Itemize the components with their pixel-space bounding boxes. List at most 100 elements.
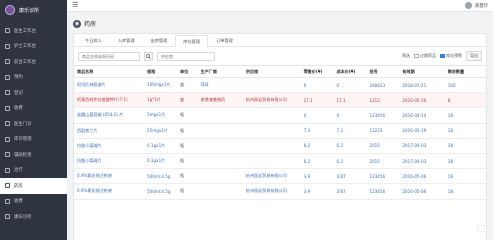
sidebar-item[interactable]: 收费 — [0, 101, 67, 117]
table-cell: 0 — [300, 77, 334, 94]
table-cell: 500ml:4.5g — [144, 183, 177, 200]
sidebar-item[interactable]: 收费 — [0, 194, 67, 210]
table-cell[interactable]: 0.9%氯化钠注射液 — [74, 168, 145, 185]
nav-item-icon — [5, 183, 10, 189]
product-search-input[interactable] — [78, 51, 140, 61]
nav-item-icon — [5, 198, 10, 204]
search-button[interactable] — [144, 51, 153, 61]
column-header[interactable]: 零售价(¥) — [300, 65, 334, 78]
table-cell: 0.1gx1片 — [144, 138, 177, 154]
sidebar-item[interactable]: 库存管理 — [0, 132, 67, 148]
table-cell[interactable]: 拉酰小菜碱片 — [74, 138, 145, 154]
nav-item-icon — [5, 167, 10, 173]
table-body: 阿司匹林肠溶片 100mgx1片盒拜耳 0 0 160623 2018-07-21 100 阿… — [74, 77, 486, 200]
table-cell: 500ml:4.5g — [144, 168, 177, 185]
sidebar: 康乐诊所 医生工作台 护士工作台 前台工作台 预约 登记 收费 医生门诊 库存管理 辅助检查 治疗… — [0, 0, 67, 240]
table-cell — [242, 77, 301, 94]
column-header[interactable]: 剩余数量 — [444, 65, 486, 78]
table-cell: 6.2 — [300, 138, 334, 154]
table-row[interactable]: 0.9%氯化钠注射液 500ml:4.5g 瓶 杭州医岩贸易有限公司 3.9 3.87 12… — [74, 183, 486, 200]
sidebar-item-label: 收费 — [14, 199, 23, 205]
table-cell[interactable]: 西酞普兰片 — [74, 123, 145, 139]
export-button[interactable]: 导出 — [466, 51, 482, 61]
table-row[interactable]: 西酞普兰片 25mgx1片瓶 7.3 7.3 12223 2016-05-19 18 — [74, 123, 486, 139]
table-cell[interactable]: 阿司匹林肠溶片 — [74, 77, 145, 94]
table-cell: 0 — [333, 107, 367, 124]
nav-item-icon — [5, 43, 10, 49]
table-cell: 0 — [333, 77, 367, 94]
checkbox-unchecked — [414, 53, 419, 59]
nav-item-icon — [5, 74, 10, 80]
table-cell[interactable]: 盐酸山莨菪碱 (654-2) 片 — [74, 107, 145, 124]
sidebar-item[interactable]: 护士工作台 — [0, 39, 67, 55]
table-row[interactable]: 盐酸山莨菪碱 (654-2) 片 5mgx1片瓶 0 0 123456 2016-04-1… — [74, 107, 486, 124]
nav-item-icon — [5, 121, 10, 127]
tab[interactable]: 出库管理 — [143, 35, 176, 46]
table-cell: 7.3 — [300, 123, 334, 139]
sidebar-item-label: 前台工作台 — [14, 59, 36, 65]
table-row[interactable]: 拉酰小菜碱片 0.1gx1片瓶 6.2 6.2 2015 2017-04-03 18 — [74, 138, 486, 154]
column-header[interactable]: 规格 — [144, 65, 177, 78]
table-cell: 7.3 — [333, 123, 367, 139]
sidebar-item[interactable]: 前台工作台 — [0, 54, 67, 70]
table-cell: 2017-04-03 — [399, 153, 445, 170]
search-icon — [146, 53, 151, 59]
table-cell: 6.2 — [333, 153, 367, 170]
sidebar-item[interactable]: 医生工作台 — [0, 23, 67, 39]
column-header[interactable]: 供应商 — [242, 65, 301, 78]
sidebar-item[interactable]: 康乐诊所 — [0, 209, 67, 225]
stock-warning-checkbox[interactable]: 库存预警 — [440, 53, 462, 59]
table-cell[interactable]: 0.9%氯化钠注射液 — [74, 183, 145, 200]
nav-item-icon — [5, 105, 10, 111]
table-cell: 2015 — [366, 153, 400, 170]
brand-name: 康乐诊所 — [19, 7, 40, 14]
column-header[interactable]: 批号 — [366, 65, 400, 78]
table-cell: 18 — [444, 183, 486, 200]
sidebar-item-label: 登记 — [14, 90, 23, 96]
table-cell: 2016-04-14 — [399, 107, 445, 124]
table-cell: 瓶 — [176, 138, 198, 154]
table-cell — [242, 153, 301, 170]
menu-toggle-icon[interactable]: ☰ — [72, 2, 78, 9]
table-row[interactable]: 阿司匹林肠溶片 100mgx1片盒拜耳 0 0 160623 2018-07-21 100 — [74, 77, 486, 94]
column-header[interactable]: 成本价(¥) — [333, 65, 367, 78]
tab[interactable]: 今日病人 — [77, 35, 110, 46]
table-cell[interactable]: 拉酰小菜碱片 — [74, 153, 145, 170]
user-menu[interactable]: 黄慧玲 — [464, 2, 488, 9]
pharmacy-icon: ◉ — [73, 19, 81, 28]
table-cell: 18 — [444, 138, 486, 154]
column-header[interactable]: 有效期 — [399, 65, 445, 78]
sidebar-item[interactable]: 预约 — [0, 70, 67, 86]
table-cell: 25mgx1片 — [144, 123, 177, 139]
sidebar-item[interactable]: 治疗 — [0, 163, 67, 179]
table-cell: 3.9 — [300, 168, 334, 185]
table-cell: 瓶 — [176, 183, 198, 200]
tab[interactable]: 订单管理 — [208, 35, 241, 46]
table-cell: 160623 — [366, 77, 400, 94]
inventory-table: 商品名称 规格 单位 生产厂商 供应商 零售价(¥) 成本价(¥) 批号 有效期 剩余数量 阿司匹… — [74, 65, 486, 200]
table-cell: 2017-04-03 — [399, 138, 445, 154]
table-row[interactable]: 阿莫西林克拉维酸钾片(7:1) 1g*1片盒香港澳美制药 杭州医岩贸易有限公司 17.… — [74, 92, 486, 109]
table-cell — [197, 153, 243, 170]
column-header[interactable]: 生产厂商 — [197, 65, 243, 78]
sidebar-item[interactable]: 医生门诊 — [0, 116, 67, 132]
table-cell: 2018-07-21 — [399, 77, 445, 94]
tab-bar: 今日病人 入库管理 出库管理 库存管理 订单管理 — [74, 34, 486, 47]
table-cell[interactable]: 阿莫西林克拉维酸钾片(7:1) — [74, 92, 145, 109]
column-header[interactable]: 单位 — [176, 65, 198, 78]
sidebar-item[interactable]: 辅助检查 — [0, 147, 67, 163]
expired-checkbox[interactable]: 过期药品 — [414, 53, 436, 59]
tab[interactable]: 库存管理 — [175, 35, 209, 47]
sidebar-item[interactable]: 登记 — [0, 85, 67, 101]
table-cell: 100mgx1片 — [144, 77, 177, 94]
sidebar-item-label: 辅助检查 — [14, 152, 32, 158]
sidebar-item-label: 收费 — [14, 106, 23, 112]
sidebar-item[interactable]: 药房 — [0, 178, 67, 194]
column-header[interactable]: 商品名称 — [74, 65, 145, 78]
table-row[interactable]: 0.9%氯化钠注射液 500ml:4.5g 瓶 杭州医岩贸易有限公司 3.9 3.87 12… — [74, 168, 486, 185]
supplier-input[interactable] — [157, 51, 215, 61]
table-cell: 6.2 — [333, 138, 367, 154]
tab[interactable]: 入库管理 — [110, 35, 143, 46]
table-cell: 杭州医岩贸易有限公司 — [242, 183, 301, 200]
table-row[interactable]: 拉酰小菜碱片 0.1gx1片瓶 6.2 6.2 2015 2017-04-03 18 — [74, 153, 486, 170]
